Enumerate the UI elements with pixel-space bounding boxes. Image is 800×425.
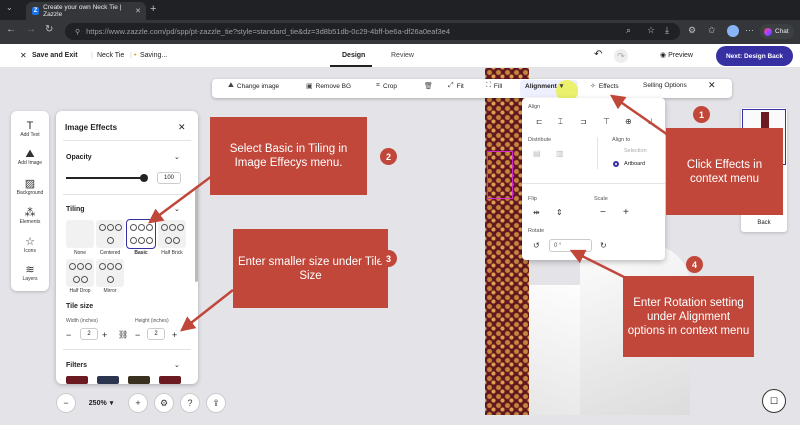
arrow-to-basic-tile [147, 174, 213, 224]
step-number-1: 1 [693, 106, 710, 123]
callout-effects: Click Effects in context menu [666, 128, 783, 215]
callout-tile-size: Enter smaller size under Tile Size [233, 229, 388, 308]
callout-basic-tiling: Select Basic in Tiling in Image Effecys … [210, 117, 367, 195]
callout-rotation: Enter Rotation setting under Alignment o… [623, 276, 754, 357]
step-number-2: 2 [380, 148, 397, 165]
arrow-to-tile-size [180, 289, 234, 332]
step-number-3: 3 [380, 250, 397, 267]
arrow-to-effects [609, 94, 669, 137]
step-number-4: 4 [686, 256, 703, 273]
